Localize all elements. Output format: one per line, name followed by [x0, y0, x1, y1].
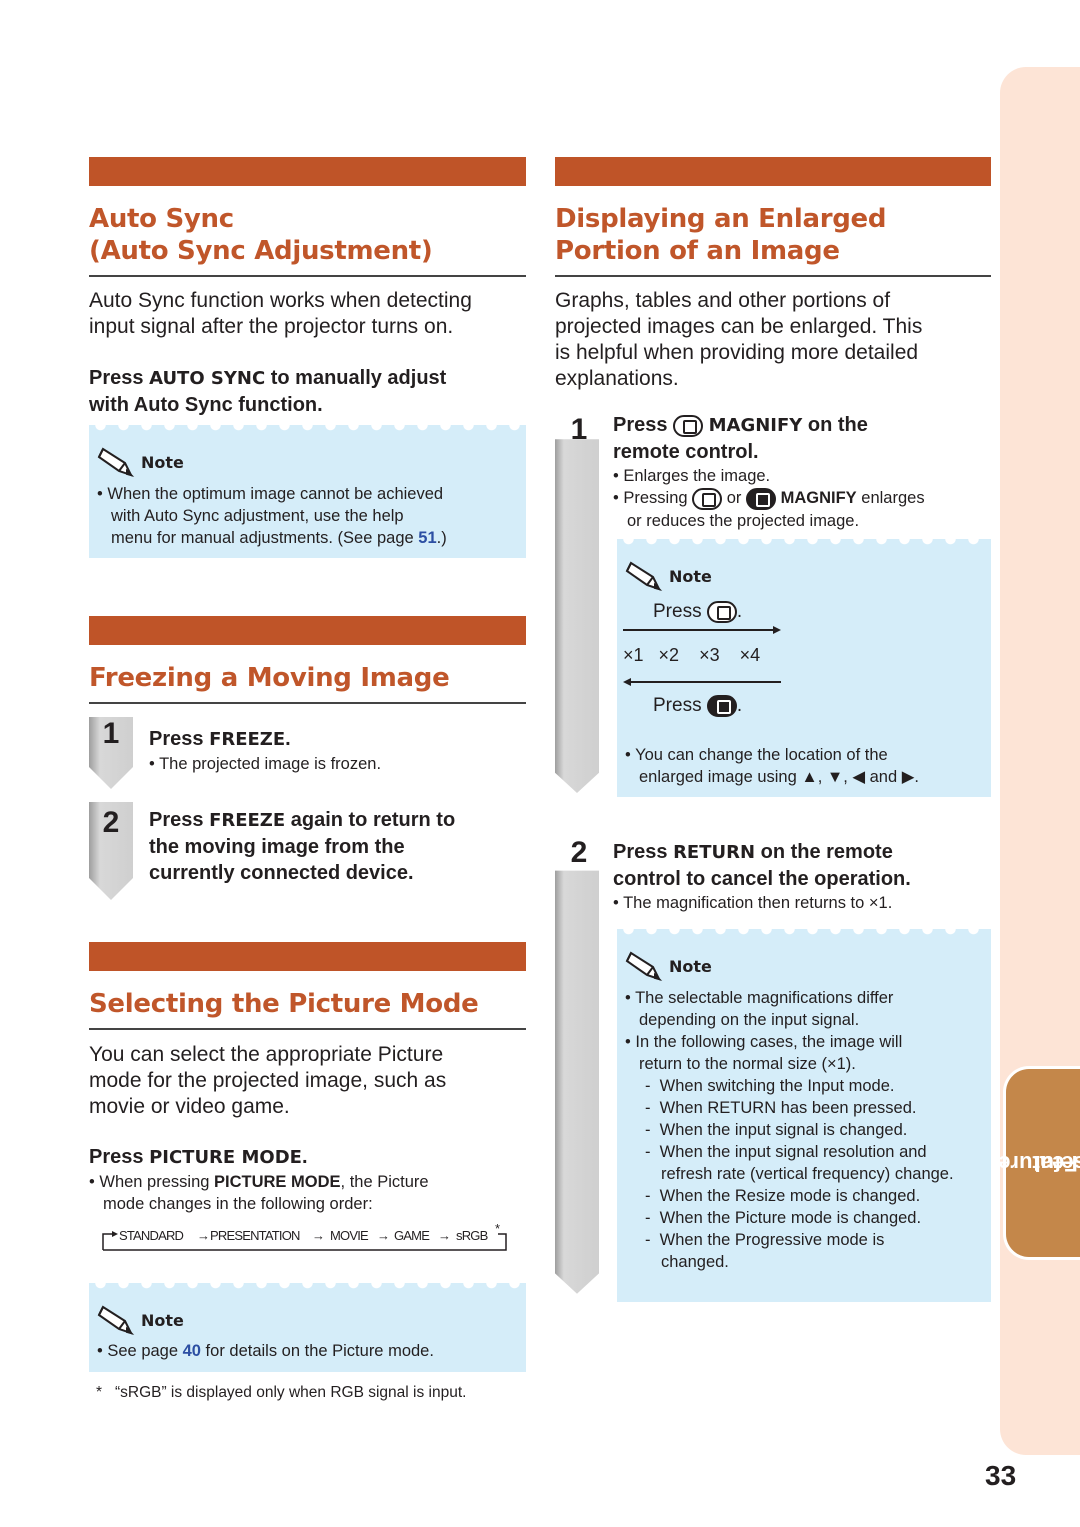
- auto-sync-note: Note • When the optimum image cannot be …: [89, 425, 526, 558]
- arrow-right-icon: [623, 626, 781, 634]
- pencil-icon: [625, 561, 663, 591]
- case-item: - When switching the Input mode.: [645, 1077, 895, 1095]
- magnify-out-icon: [746, 487, 776, 510]
- divider: [89, 1028, 526, 1030]
- magnify-in-icon: [706, 601, 737, 623]
- magnify-step-2-marker: 2: [555, 832, 599, 1334]
- picture-mode-intro: You can select the appropriate Picture m…: [89, 1043, 447, 1118]
- step-1-text: Press FREEZE. • The projected image is f…: [149, 728, 382, 773]
- auto-sync-intro: Auto Sync function works when detecting …: [89, 289, 472, 338]
- case-item: - When RETURN has been pressed.: [645, 1099, 917, 1117]
- mode-srgb: sRGB: [456, 1228, 488, 1243]
- arrow-left-icon: [623, 678, 781, 686]
- page-link-51[interactable]: 51: [418, 529, 436, 547]
- section-tab-label: UsefulFeatures: [986, 1072, 1080, 1254]
- magnify-title: Displaying an Enlarged Portion of an Ima…: [555, 204, 887, 266]
- auto-sync-instruction: Press AUTO SYNC to manually adjust with …: [89, 367, 447, 416]
- picture-mode-note: Note • See page 40 for details on the Pi…: [89, 1283, 526, 1372]
- step-2-marker: 2: [89, 802, 133, 902]
- picture-mode-sequence: STANDARD → PRESENTATION → MOVIE → GAME →…: [102, 1221, 508, 1252]
- mode-presentation: PRESENTATION: [210, 1228, 300, 1243]
- note-label: Note: [669, 956, 712, 976]
- tab-line2: Features: [986, 1151, 1078, 1176]
- section-bar: [555, 157, 991, 186]
- picture-mode-instruction: Press PICTURE MODE. • When pressing PICT…: [89, 1146, 429, 1213]
- case-item: - When the Resize mode is changed.: [645, 1187, 921, 1205]
- magnify-out-icon: [706, 695, 737, 717]
- mode-game: GAME: [394, 1228, 430, 1243]
- auto-sync-title: Auto Sync (Auto Sync Adjustment): [89, 204, 433, 266]
- freeze-title: Freezing a Moving Image: [89, 663, 450, 693]
- note-label: Note: [669, 566, 712, 586]
- case-item: - When the input signal is changed.: [645, 1121, 908, 1139]
- pencil-icon: [625, 951, 663, 981]
- magnify-step-2-text: Press RETURN on the remote control to ca…: [613, 841, 911, 912]
- magnify-in-icon: [692, 487, 723, 510]
- divider: [555, 275, 991, 277]
- magnify-intro: Graphs, tables and other portions of pro…: [555, 289, 923, 390]
- press-reduce: Press .: [653, 695, 743, 717]
- step-1-marker: 1: [89, 717, 133, 791]
- footnote: * “sRGB” is displayed only when RGB sign…: [96, 1384, 467, 1401]
- mode-movie: MOVIE: [330, 1228, 369, 1243]
- note-label: Note: [141, 452, 184, 472]
- section-bar: [89, 157, 526, 186]
- magnification-levels: ×1 ×2 ×3 ×4: [623, 645, 761, 665]
- press-enlarge: Press .: [653, 601, 743, 623]
- page-link-40[interactable]: 40: [183, 1342, 201, 1360]
- divider: [89, 275, 526, 277]
- mode-standard: STANDARD: [119, 1228, 184, 1243]
- step-2-text: Press FREEZE again to return to the movi…: [149, 809, 456, 884]
- picture-mode-title: Selecting the Picture Mode: [89, 989, 479, 1019]
- magnify-step-1-marker: 1: [555, 407, 599, 827]
- magnify-in-icon: [673, 414, 704, 437]
- section-bar: [89, 942, 526, 971]
- section-bar: [89, 616, 526, 645]
- divider: [89, 702, 526, 704]
- case-item: - When the Picture mode is changed.: [645, 1209, 922, 1227]
- magnify-step-1-text: Press MAGNIFY on the remote control. • E…: [613, 414, 925, 530]
- page-number: 33: [985, 1460, 1017, 1491]
- pencil-icon: [97, 447, 135, 477]
- case-item: - When the Progressive mode is changed.: [645, 1231, 885, 1271]
- pencil-icon: [97, 1305, 135, 1335]
- auto-sync-key: AUTO SYNC: [149, 368, 266, 389]
- magnify-note-2: Note • The selectable magnifications dif…: [617, 929, 991, 1302]
- note-label: Note: [141, 1310, 184, 1330]
- case-item: - When the input signal resolution and r…: [645, 1143, 954, 1183]
- magnify-note-1: Note Press . ×1 ×2 ×3 ×4 Press . • You c…: [617, 539, 991, 797]
